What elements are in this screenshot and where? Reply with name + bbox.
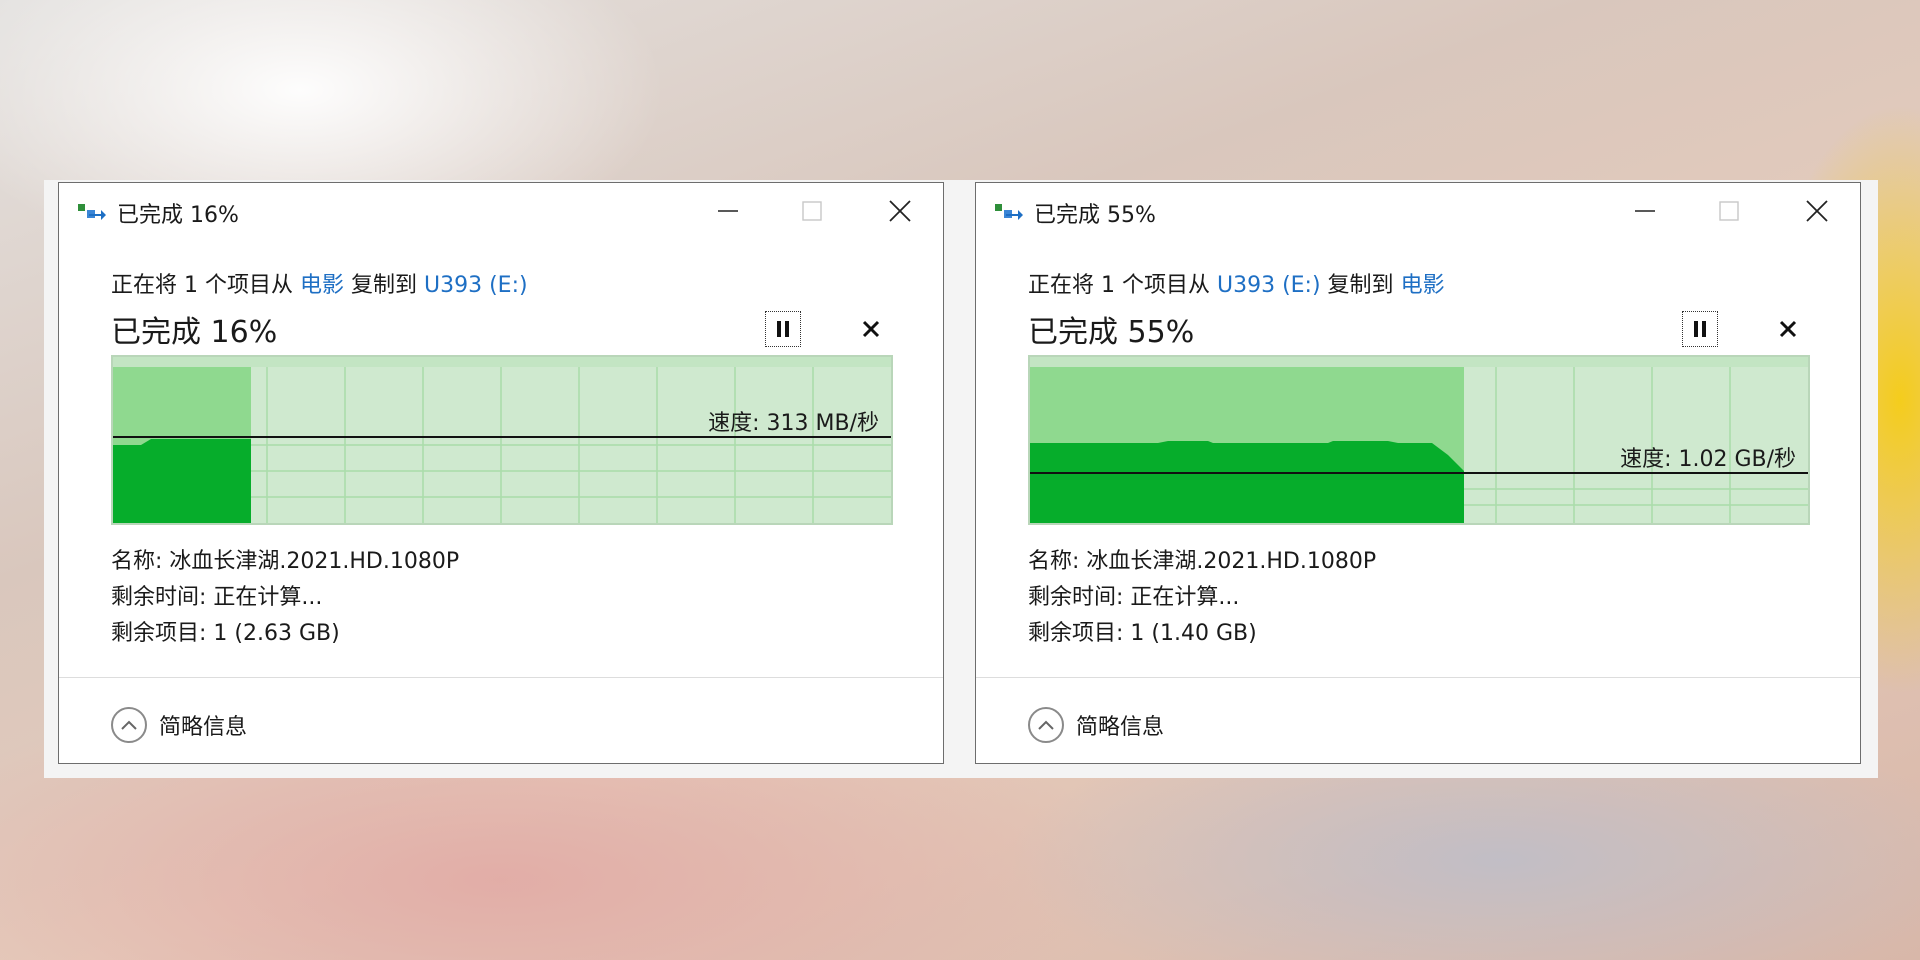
pause-icon <box>777 321 789 337</box>
copy-dialog-2: 已完成 55% 正在将 1 个项目从 U393 (E:) 复制到 电影 已完成 … <box>975 182 1861 764</box>
file-name: 名称: 冰血长津湖.2021.HD.1080P <box>111 549 460 574</box>
footer-divider <box>976 677 1860 678</box>
window-title: 已完成 16% <box>117 203 239 228</box>
speed-label: 速度: 1.02 GB/秒 <box>1620 447 1796 472</box>
copy-desc-prefix: 正在将 1 个项目从 <box>111 273 300 298</box>
copy-dialog-1: 已完成 16% 正在将 1 个项目从 电影 复制到 U393 (E:) 已完成 … <box>58 182 944 764</box>
title-bar[interactable]: 已完成 55% <box>976 183 1860 239</box>
file-transfer-icon <box>78 204 106 220</box>
pause-button[interactable] <box>765 311 801 347</box>
copy-desc-prefix: 正在将 1 个项目从 <box>1028 273 1217 298</box>
details-toggle[interactable]: 简略信息 <box>1028 703 1164 747</box>
progress-percent: 已完成 55% <box>1028 315 1195 350</box>
details-toggle[interactable]: 简略信息 <box>111 703 247 747</box>
details-toggle-label: 简略信息 <box>1076 715 1165 740</box>
maximize-icon <box>1719 201 1739 221</box>
details-toggle-label: 简略信息 <box>159 715 248 740</box>
graph-speed-fill <box>113 439 251 523</box>
copy-desc-middle: 复制到 <box>344 273 424 298</box>
close-icon <box>889 200 911 222</box>
cancel-button[interactable] <box>855 313 887 345</box>
cancel-button[interactable] <box>1772 313 1804 345</box>
progress-percent: 已完成 16% <box>111 315 278 350</box>
source-link[interactable]: U393 (E:) <box>1217 273 1321 298</box>
speed-graph-svg <box>1028 355 1810 525</box>
close-icon <box>1806 200 1828 222</box>
minimize-button[interactable] <box>703 191 753 231</box>
copy-desc-middle: 复制到 <box>1320 273 1401 298</box>
chevron-up-icon <box>1028 707 1064 743</box>
file-name: 名称: 冰血长津湖.2021.HD.1080P <box>1028 549 1377 574</box>
graph-speed-fill <box>1030 441 1464 523</box>
minimize-icon <box>718 210 738 212</box>
close-button[interactable] <box>875 191 925 231</box>
window-title: 已完成 55% <box>1034 203 1156 228</box>
items-remaining: 剩余项目: 1 (2.63 GB) <box>111 621 340 646</box>
minimize-button[interactable] <box>1620 191 1670 231</box>
copy-description: 正在将 1 个项目从 电影 复制到 U393 (E:) <box>111 267 528 299</box>
title-bar[interactable]: 已完成 16% <box>59 183 943 239</box>
footer-divider <box>59 677 943 678</box>
file-transfer-icon <box>995 204 1023 220</box>
speed-label: 速度: 313 MB/秒 <box>708 411 879 436</box>
destination-link[interactable]: 电影 <box>1401 273 1445 298</box>
copy-description: 正在将 1 个项目从 U393 (E:) 复制到 电影 <box>1028 267 1445 299</box>
speed-graph-svg <box>111 355 893 525</box>
speed-graph <box>111 355 893 525</box>
maximize-icon <box>802 201 822 221</box>
close-button[interactable] <box>1792 191 1842 231</box>
items-remaining: 剩余项目: 1 (1.40 GB) <box>1028 621 1257 646</box>
speed-graph <box>1028 355 1810 525</box>
time-remaining: 剩余时间: 正在计算... <box>1028 585 1240 610</box>
source-link[interactable]: 电影 <box>300 273 344 298</box>
minimize-icon <box>1635 210 1655 212</box>
maximize-button <box>1704 191 1754 231</box>
cancel-icon <box>1779 320 1797 338</box>
maximize-button <box>787 191 837 231</box>
pause-icon <box>1694 321 1706 337</box>
destination-link[interactable]: U393 (E:) <box>424 273 528 298</box>
time-remaining: 剩余时间: 正在计算... <box>111 585 323 610</box>
chevron-up-icon <box>111 707 147 743</box>
pause-button[interactable] <box>1682 311 1718 347</box>
cancel-icon <box>862 320 880 338</box>
